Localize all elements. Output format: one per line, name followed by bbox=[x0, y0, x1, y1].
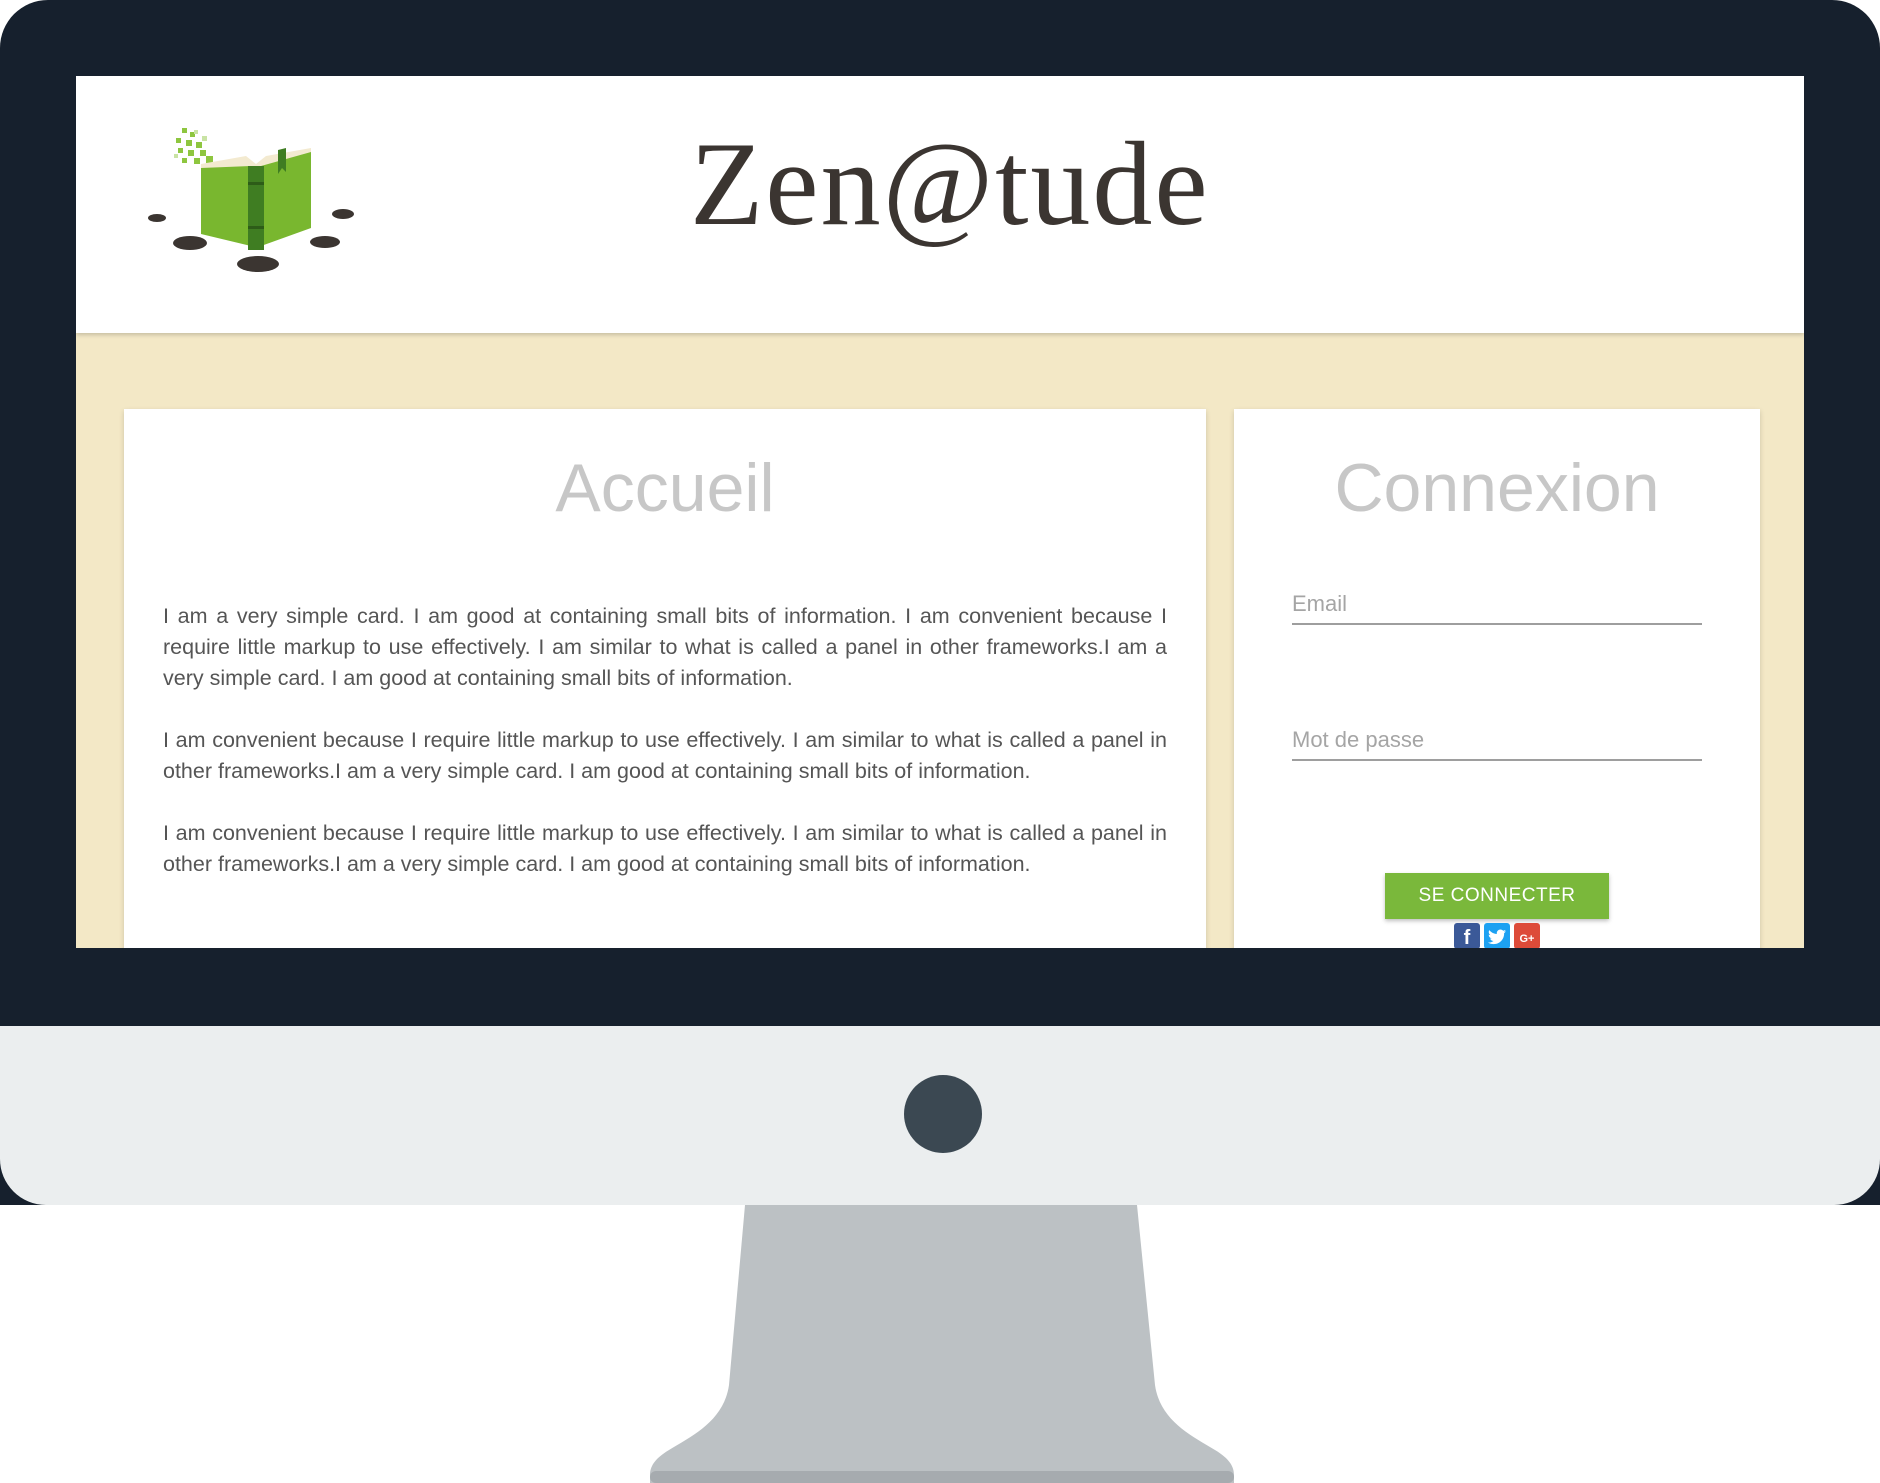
login-card: Connexion SE CONNECTER f G+ bbox=[1234, 409, 1760, 948]
site-brand-title: Zen@tude bbox=[690, 117, 1210, 250]
google-plus-icon[interactable]: G+ bbox=[1514, 923, 1540, 948]
home-card: Accueil I am a very simple card. I am go… bbox=[124, 409, 1206, 948]
login-button[interactable]: SE CONNECTER bbox=[1385, 873, 1609, 919]
email-field[interactable] bbox=[1292, 589, 1702, 619]
home-paragraph: I am convenient because I require little… bbox=[163, 821, 1167, 876]
social-login-links: f G+ bbox=[1454, 923, 1540, 948]
book-logo-icon bbox=[148, 128, 354, 272]
email-field-wrapper bbox=[1292, 589, 1702, 625]
password-field[interactable] bbox=[1292, 725, 1702, 755]
home-card-title: Accueil bbox=[555, 450, 775, 526]
site-header: Zen@tude bbox=[76, 76, 1804, 333]
home-paragraph: I am a very simple card. I am good at co… bbox=[163, 604, 1167, 690]
home-card-body: I am a very simple card. I am good at co… bbox=[163, 601, 1167, 911]
login-card-title: Connexion bbox=[1334, 450, 1660, 526]
monitor-stand bbox=[650, 1205, 1234, 1483]
power-button bbox=[904, 1075, 982, 1153]
password-field-wrapper bbox=[1292, 725, 1702, 761]
home-paragraph: I am convenient because I require little… bbox=[163, 728, 1167, 783]
twitter-icon[interactable] bbox=[1484, 923, 1510, 948]
facebook-icon[interactable]: f bbox=[1454, 923, 1480, 948]
monitor-chin bbox=[0, 1026, 1880, 1205]
browser-screen: Zen@tude Accueil I am a very simple card… bbox=[76, 76, 1804, 948]
